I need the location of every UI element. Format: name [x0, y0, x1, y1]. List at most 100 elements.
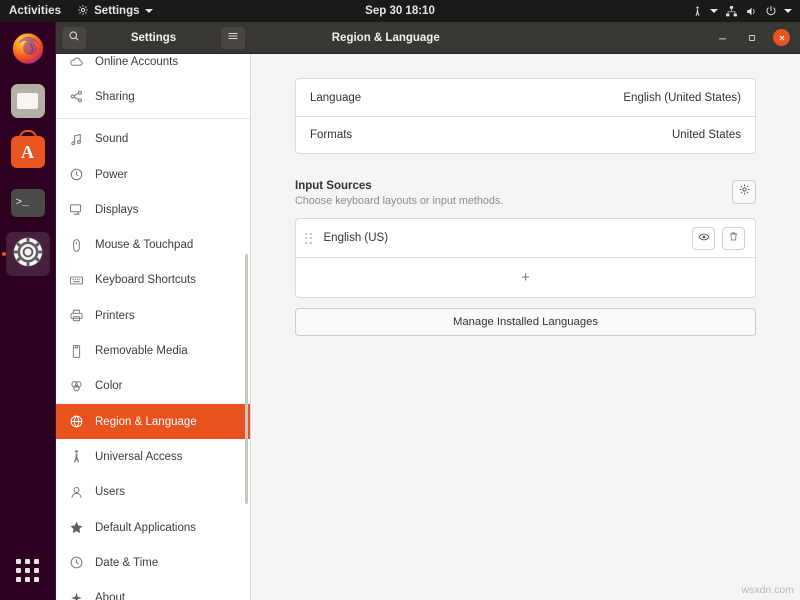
trash-icon	[728, 231, 739, 245]
clock-icon	[68, 555, 84, 571]
input-source-row[interactable]: English (US)	[296, 219, 755, 257]
sidebar-item-label: Displays	[95, 203, 139, 216]
dock-item-settings[interactable]	[5, 232, 50, 276]
sidebar-item-displays[interactable]: Displays	[56, 192, 250, 227]
search-icon	[68, 29, 80, 47]
firefox-icon	[10, 30, 46, 71]
drag-handle-icon[interactable]	[305, 232, 312, 244]
chevron-down-icon[interactable]	[710, 9, 718, 13]
grid-dot	[16, 558, 21, 564]
sidebar-divider	[56, 117, 250, 119]
sidebar-item-mouse-touchpad[interactable]: Mouse & Touchpad	[56, 227, 250, 262]
sidebar-item-universal-access[interactable]: Universal Access	[56, 439, 250, 474]
sidebar-item-users[interactable]: Users	[56, 475, 250, 510]
grid-dot	[25, 576, 30, 582]
sidebar-item-default-applications[interactable]: Default Applications	[56, 510, 250, 545]
input-sources-subtitle: Choose keyboard layouts or input methods…	[295, 195, 504, 207]
formats-row[interactable]: Formats United States	[296, 116, 755, 153]
preview-layout-button[interactable]	[692, 226, 715, 250]
files-icon	[10, 84, 45, 118]
power-clock-icon	[68, 167, 84, 183]
dock-item-ubuntu-software[interactable]: A	[6, 130, 50, 174]
window-controls	[521, 29, 800, 46]
accessibility-icon[interactable]	[692, 5, 703, 18]
search-button[interactable]	[62, 26, 86, 49]
status-indicators[interactable]	[692, 5, 800, 18]
gnome-top-bar: Activities Settings Sep 30 18:10	[0, 0, 800, 22]
sidebar-item-label: Default Applications	[95, 521, 197, 534]
gear-icon	[77, 4, 89, 19]
add-input-source-button[interactable]: +	[296, 257, 755, 297]
sidebar-item-date-time[interactable]: Date & Time	[56, 545, 250, 580]
printer-icon	[68, 308, 84, 324]
sidebar-item-label: Universal Access	[95, 450, 183, 463]
sidebar-item-label: Color	[95, 380, 123, 393]
maximize-button[interactable]	[744, 30, 759, 45]
sidebar-item-about[interactable]: About	[56, 580, 250, 600]
activities-button[interactable]: Activities	[0, 5, 71, 17]
power-icon[interactable]	[765, 5, 777, 17]
sidebar-item-label: Removable Media	[95, 345, 188, 358]
grid-dot	[34, 567, 39, 573]
sidebar-item-removable-media[interactable]: Removable Media	[56, 333, 250, 368]
share-icon	[68, 89, 84, 105]
sidebar-item-sharing[interactable]: Sharing	[56, 79, 250, 114]
keyboard-icon	[68, 272, 84, 288]
gear-icon	[738, 183, 751, 201]
watermark: wsxdn.com	[741, 584, 794, 596]
input-sources-card: English (US) +	[295, 218, 756, 298]
settings-window: Settings Region & Language Online Accoun…	[56, 22, 800, 600]
ubuntu-dock: A >_	[0, 22, 56, 600]
grid-dot	[34, 558, 39, 564]
sidebar-scroll-area[interactable]: Online Accounts Sharing Sound Power Disp…	[56, 54, 250, 600]
sidebar-item-label: Printers	[95, 309, 135, 322]
sidebar-item-color[interactable]: Color	[56, 369, 250, 404]
sidebar-item-online-accounts[interactable]: Online Accounts	[56, 54, 250, 79]
minimize-button[interactable]	[715, 30, 730, 45]
sidebar-item-label: Power	[95, 168, 128, 181]
grid-dot	[25, 558, 30, 564]
sidebar-item-label: Keyboard Shortcuts	[95, 274, 197, 287]
remove-source-button[interactable]	[722, 226, 745, 250]
region-language-panel: Language English (United States) Formats…	[251, 54, 800, 600]
input-sources-title: Input Sources	[295, 180, 372, 192]
dock-item-files[interactable]	[6, 79, 50, 123]
color-icon	[68, 378, 84, 394]
formats-value: United States	[671, 129, 741, 141]
dock-item-firefox[interactable]	[6, 28, 50, 72]
language-value: English (United States)	[623, 91, 741, 104]
grid-dot	[25, 567, 30, 573]
chevron-down-icon[interactable]	[784, 9, 792, 13]
main-menu-button[interactable]	[221, 26, 245, 49]
sidebar-title: Settings	[130, 31, 177, 44]
volume-icon[interactable]	[745, 5, 758, 18]
sidebar-item-power[interactable]: Power	[56, 157, 250, 192]
dock-item-terminal[interactable]: >_	[6, 181, 50, 225]
sidebar-item-label: Region & Language	[95, 415, 197, 428]
sidebar-item-keyboard-shortcuts[interactable]: Keyboard Shortcuts	[56, 263, 250, 298]
show-applications-button[interactable]	[6, 548, 50, 592]
sidebar-scrollbar[interactable]	[245, 254, 248, 504]
window-headerbar: Settings Region & Language	[56, 22, 800, 54]
plus-icon: +	[521, 269, 530, 286]
close-button[interactable]	[773, 29, 790, 46]
language-row[interactable]: Language English (United States)	[296, 79, 755, 116]
sidebar-item-sound[interactable]: Sound	[56, 122, 250, 157]
accessibility-icon	[68, 449, 84, 465]
locale-card: Language English (United States) Formats…	[295, 78, 756, 154]
app-menu-button[interactable]: Settings	[71, 4, 158, 19]
sidebar-item-label: Sound	[95, 133, 129, 146]
input-sources-text: Input Sources Choose keyboard layouts or…	[295, 180, 732, 207]
grid-dot	[16, 567, 21, 573]
manage-installed-languages-button[interactable]: Manage Installed Languages	[295, 308, 756, 336]
network-icon[interactable]	[725, 5, 738, 18]
input-sources-settings-button[interactable]	[732, 180, 756, 204]
display-monitor-icon	[68, 202, 84, 218]
globe-icon	[68, 414, 84, 430]
sidebar-item-region-language[interactable]: Region & Language	[56, 403, 250, 440]
sidebar-item-printers[interactable]: Printers	[56, 298, 250, 333]
window-body: Online Accounts Sharing Sound Power Disp…	[56, 54, 800, 600]
input-source-label: English (US)	[323, 232, 389, 244]
hamburger-menu-icon	[227, 29, 239, 47]
gear-icon	[11, 235, 45, 274]
